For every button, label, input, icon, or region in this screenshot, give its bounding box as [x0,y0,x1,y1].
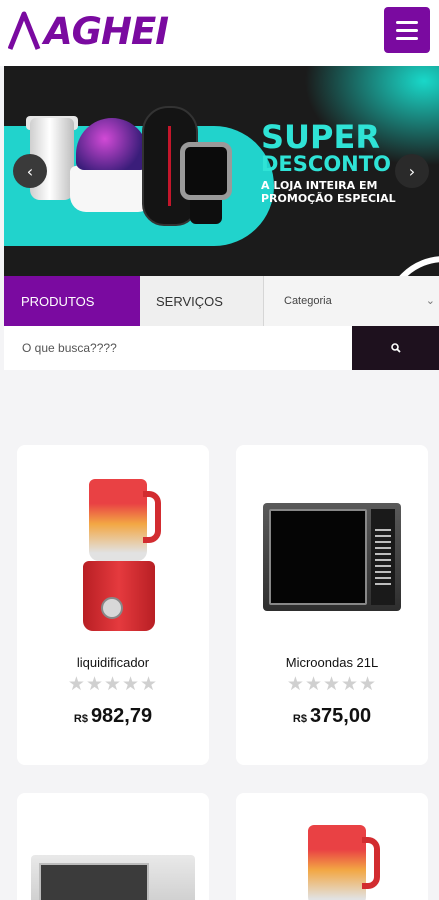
product-name: liquidificador [76,655,150,670]
logo[interactable]: AGHEI [8,6,169,56]
category-select-label: Categoria [284,295,332,307]
header: AGHEI [0,0,439,66]
product-card[interactable]: liquidificador ★★★★★ R$ 982,79 [17,445,209,765]
promo-text: SUPER DESCONTO A LOJA INTEIRA EM PROMOÇÃ… [261,118,421,205]
promo-caption-2: PROMOÇÃO ESPECIAL [261,192,396,205]
product-card[interactable]: Microondas 21L ★★★★★ R$ 375,00 [236,445,428,765]
chevron-left-icon: ‹ [26,161,34,181]
tab-products[interactable]: PRODUTOS [4,276,140,326]
carousel-prev-button[interactable]: ‹ [13,154,47,188]
search-button[interactable] [352,326,439,370]
category-select[interactable]: Categoria ⌄ [264,276,439,326]
tab-services[interactable]: SERVIÇOS [140,276,264,326]
chevron-down-icon: ⌄ [425,295,435,307]
product-price: R$ 375,00 [236,705,428,728]
smartwatch-image [180,142,232,200]
promo-banner[interactable]: ‹ › SUPER DESCONTO A LOJA INTEIRA EM PRO… [4,66,439,276]
product-image [31,855,195,900]
price-value: 982,79 [90,705,153,727]
logo-a-icon [8,11,41,50]
promo-title: SUPER [261,118,380,156]
product-card[interactable] [17,793,209,900]
hamburger-icon [396,20,418,24]
price-value: 375,00 [309,705,372,727]
promo-caption-1: A LOJA INTEIRA EM [261,179,378,192]
menu-button[interactable] [384,7,430,53]
product-price: R$ 982,79 [17,705,209,728]
logo-text: AGHEI [44,9,169,53]
promo-subtitle: DESCONTO [261,152,391,176]
search-icon [390,343,401,353]
price-currency: R$ [292,713,307,725]
product-rating-stars: ★★★★★ [67,673,159,695]
product-rating-stars: ★★★★★ [286,673,378,695]
product-name: Microondas 21L [285,655,379,670]
search-input[interactable] [4,326,352,370]
product-card[interactable] [236,793,428,900]
filter-tabs: PRODUTOS SERVIÇOS Categoria ⌄ [4,276,439,326]
search-bar [4,326,439,370]
price-currency: R$ [73,713,88,725]
product-image [263,503,401,611]
